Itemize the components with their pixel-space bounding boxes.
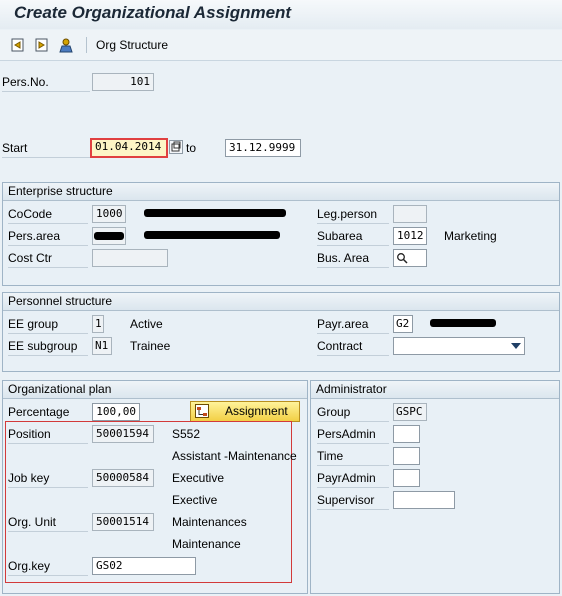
payr-area-label: Payr.area: [317, 317, 389, 334]
org-unit-field[interactable]: 50001514: [92, 513, 154, 531]
pers-area-label: Pers.area: [8, 229, 88, 246]
search-icon[interactable]: [396, 252, 408, 264]
assignment-button-label: Assignment: [225, 404, 288, 418]
position-label: Position: [8, 427, 88, 444]
pers-no-field[interactable]: 101: [92, 73, 154, 91]
subarea-field[interactable]: 1012: [393, 227, 427, 245]
percentage-field[interactable]: 100,00: [92, 403, 140, 421]
end-date-field[interactable]: 31.12.9999: [225, 139, 301, 157]
ee-group-field[interactable]: 1: [92, 315, 104, 333]
pers-no-label: Pers.No.: [2, 75, 90, 92]
pers-admin-label: PersAdmin: [317, 427, 389, 444]
supervisor-field[interactable]: [393, 491, 455, 509]
administrator-title: Administrator: [311, 381, 559, 399]
group-field[interactable]: GSPC: [393, 403, 427, 421]
ee-group-label: EE group: [8, 317, 88, 334]
contract-label: Contract: [317, 339, 389, 356]
job-long-text: Exective: [172, 493, 218, 507]
job-short-text: Executive: [172, 471, 225, 485]
job-key-field[interactable]: 50000584: [92, 469, 154, 487]
application-toolbar: Org Structure: [0, 30, 562, 61]
position-short-text: S552: [172, 427, 201, 441]
cost-ctr-label: Cost Ctr: [8, 251, 88, 268]
pers-admin-field[interactable]: [393, 425, 420, 443]
org-unit-short-text: Maintenances: [172, 515, 247, 529]
cocode-field[interactable]: 1000: [92, 205, 126, 223]
org-unit-long-text: Maintenance: [172, 537, 241, 551]
time-admin-field[interactable]: [393, 447, 420, 465]
redacted-payroll-area-text: [430, 319, 496, 327]
ee-subgroup-label: EE subgroup: [8, 339, 88, 356]
redacted-company-name: [144, 209, 286, 217]
org-key-field[interactable]: GS02: [92, 557, 196, 575]
previous-record-icon[interactable]: [10, 37, 26, 53]
toolbar-divider: [86, 37, 87, 53]
org-structure-button[interactable]: Org Structure: [96, 38, 168, 52]
job-key-label: Job key: [8, 471, 88, 488]
payr-admin-field[interactable]: [393, 469, 420, 487]
contract-dropdown[interactable]: [393, 337, 525, 355]
redacted-pers-area-text: [144, 231, 280, 239]
bus-area-label: Bus. Area: [317, 251, 389, 268]
bus-area-field[interactable]: [393, 249, 427, 267]
subarea-label: Subarea: [317, 229, 389, 246]
enterprise-structure-title: Enterprise structure: [3, 183, 559, 201]
ee-subgroup-field[interactable]: N1: [92, 337, 112, 355]
start-label: Start: [2, 141, 90, 158]
organizational-plan-title: Organizational plan: [3, 381, 307, 399]
leg-person-label: Leg.person: [317, 207, 389, 224]
leg-person-field[interactable]: [393, 205, 427, 223]
assignment-button[interactable]: Assignment: [190, 401, 300, 422]
ee-subgroup-text: Trainee: [130, 339, 171, 353]
person-icon[interactable]: [58, 37, 74, 53]
percentage-label: Percentage: [8, 405, 88, 422]
position-field[interactable]: 50001594: [92, 425, 154, 443]
org-assignment-icon: [195, 404, 209, 418]
org-unit-label: Org. Unit: [8, 515, 88, 532]
next-record-icon[interactable]: [34, 37, 50, 53]
cost-ctr-field[interactable]: [92, 249, 168, 267]
position-long-text: Assistant -Maintenance: [172, 449, 297, 463]
cocode-label: CoCode: [8, 207, 88, 224]
supervisor-label: Supervisor: [317, 493, 389, 510]
ee-group-text: Active: [130, 317, 163, 331]
time-label: Time: [317, 449, 389, 466]
to-label: to: [186, 141, 197, 155]
calendar-help-icon[interactable]: [169, 140, 183, 154]
personnel-structure-title: Personnel structure: [3, 293, 559, 311]
group-label: Group: [317, 405, 389, 422]
payr-area-field[interactable]: G2: [393, 315, 413, 333]
subarea-text: Marketing: [444, 229, 497, 243]
payr-admin-label: PayrAdmin: [317, 471, 389, 488]
redacted-pers-area: [94, 232, 124, 240]
org-key-label: Org.key: [8, 559, 88, 576]
window-title: Create Organizational Assignment: [14, 3, 292, 22]
start-date-field[interactable]: 01.04.2014: [90, 138, 168, 158]
chevron-down-icon[interactable]: [511, 343, 521, 349]
